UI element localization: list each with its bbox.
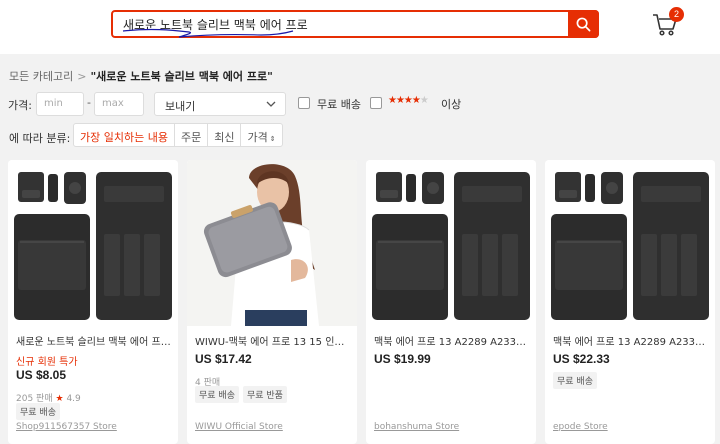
sort-orders[interactable]: 주문 (175, 124, 209, 146)
product-title[interactable]: 맥북 에어 프로 13 A2289 A2337 A2338 슬리브 (553, 333, 709, 348)
ship-from-value: 보내기 (165, 100, 196, 113)
header: 새로운 노트북 슬리브 맥북 에어 프로 2 (0, 0, 720, 54)
breadcrumb: 모든 카테고리 > "새로운 노트북 슬리브 맥북 에어 프로" (9, 68, 273, 84)
price-max-input[interactable]: max (94, 92, 144, 116)
product-card[interactable]: 맥북 에어 프로 13 A2289 A2337 A2338 슬리브 US $22… (545, 160, 715, 444)
product-tags: 무료 배송 무료 반품 (195, 386, 287, 403)
filter-bar: 가격: min - max 보내기 무료 배송 ★★★★★ 이상 (0, 90, 720, 118)
sort-arrows-icon: ⇕ (269, 135, 276, 143)
search-icon (576, 17, 591, 31)
price-label: 가격: (8, 99, 32, 112)
store-link[interactable]: bohanshuma Store (374, 422, 459, 432)
product-card[interactable]: 맥북 에어 프로 13 A2289 A2337 A2338 슬리브 US $19… (366, 160, 536, 444)
product-tags: 무료 배송 (16, 403, 60, 420)
tag-free-shipping: 무료 배송 (195, 386, 239, 403)
pen-underline-scribble (122, 28, 294, 38)
rating-filter-checkbox[interactable] (370, 97, 382, 109)
promo-label: 신규 회원 특가 (16, 357, 78, 368)
store-link[interactable]: WIWU Official Store (195, 422, 283, 432)
product-price: US $22.33 (553, 352, 610, 366)
product-image[interactable] (545, 160, 715, 326)
product-image[interactable] (8, 160, 178, 326)
tag-free-returns: 무료 반품 (242, 386, 287, 403)
rating-stars-icon: ★★★★★ (388, 95, 429, 106)
store-link[interactable]: Shop911567357 Store (16, 422, 117, 432)
tag-free-shipping: 무료 배송 (553, 372, 597, 389)
sort-options: 가장 일치하는 내용 주문 최신 가격 ⇕ (73, 123, 283, 147)
product-image[interactable] (366, 160, 536, 326)
sort-label: 에 따라 분류: (9, 132, 71, 145)
product-title[interactable]: WIWU-맥북 에어 프로 13 15 인치 방수 노트북 슬리브 (195, 333, 351, 348)
breadcrumb-root[interactable]: 모든 카테고리 (9, 70, 73, 83)
laptop-sleeve-product-photo (14, 172, 172, 320)
laptop-sleeve-product-photo (372, 172, 530, 320)
sort-best-match[interactable]: 가장 일치하는 내용 (74, 124, 175, 146)
sort-newest[interactable]: 최신 (208, 124, 242, 146)
rating-suffix-label: 이상 (441, 98, 462, 111)
product-image[interactable] (187, 160, 357, 326)
woman-holding-sleeve-photo (187, 160, 357, 326)
price-range-dash: - (87, 96, 91, 109)
chevron-down-icon (266, 101, 276, 107)
product-card[interactable]: WIWU-맥북 에어 프로 13 15 인치 방수 노트북 슬리브 US $17… (187, 160, 357, 444)
breadcrumb-separator: > (77, 70, 87, 83)
sort-price[interactable]: 가격 ⇕ (241, 124, 281, 146)
rating-value: 4.9 (66, 394, 81, 404)
laptop-sleeve-product-photo (551, 172, 709, 320)
product-tags: 무료 배송 (553, 372, 597, 389)
free-shipping-checkbox[interactable] (298, 97, 310, 109)
product-price: US $17.42 (195, 352, 252, 366)
product-price: US $19.99 (374, 352, 431, 366)
product-title[interactable]: 맥북 에어 프로 13 A2289 A2337 A2338 슬리브 (374, 333, 530, 348)
cart-count-badge: 2 (669, 7, 684, 22)
product-title[interactable]: 새로운 노트북 슬리브 맥북 에어 프로 13 (16, 333, 172, 348)
tag-free-shipping: 무료 배송 (16, 403, 60, 420)
breadcrumb-current: "새로운 노트북 슬리브 맥북 에어 프로" (90, 70, 273, 83)
product-card[interactable]: 새로운 노트북 슬리브 맥북 에어 프로 13 신규 회원 특가 US $8.0… (8, 160, 178, 444)
search-button[interactable] (568, 10, 599, 38)
sort-price-label: 가격 (247, 131, 268, 144)
ship-from-select[interactable]: 보내기 (154, 92, 286, 116)
price-min-input[interactable]: min (36, 92, 84, 116)
free-shipping-label: 무료 배송 (317, 98, 361, 111)
store-link[interactable]: epode Store (553, 422, 608, 432)
product-price: US $8.05 (16, 368, 67, 382)
